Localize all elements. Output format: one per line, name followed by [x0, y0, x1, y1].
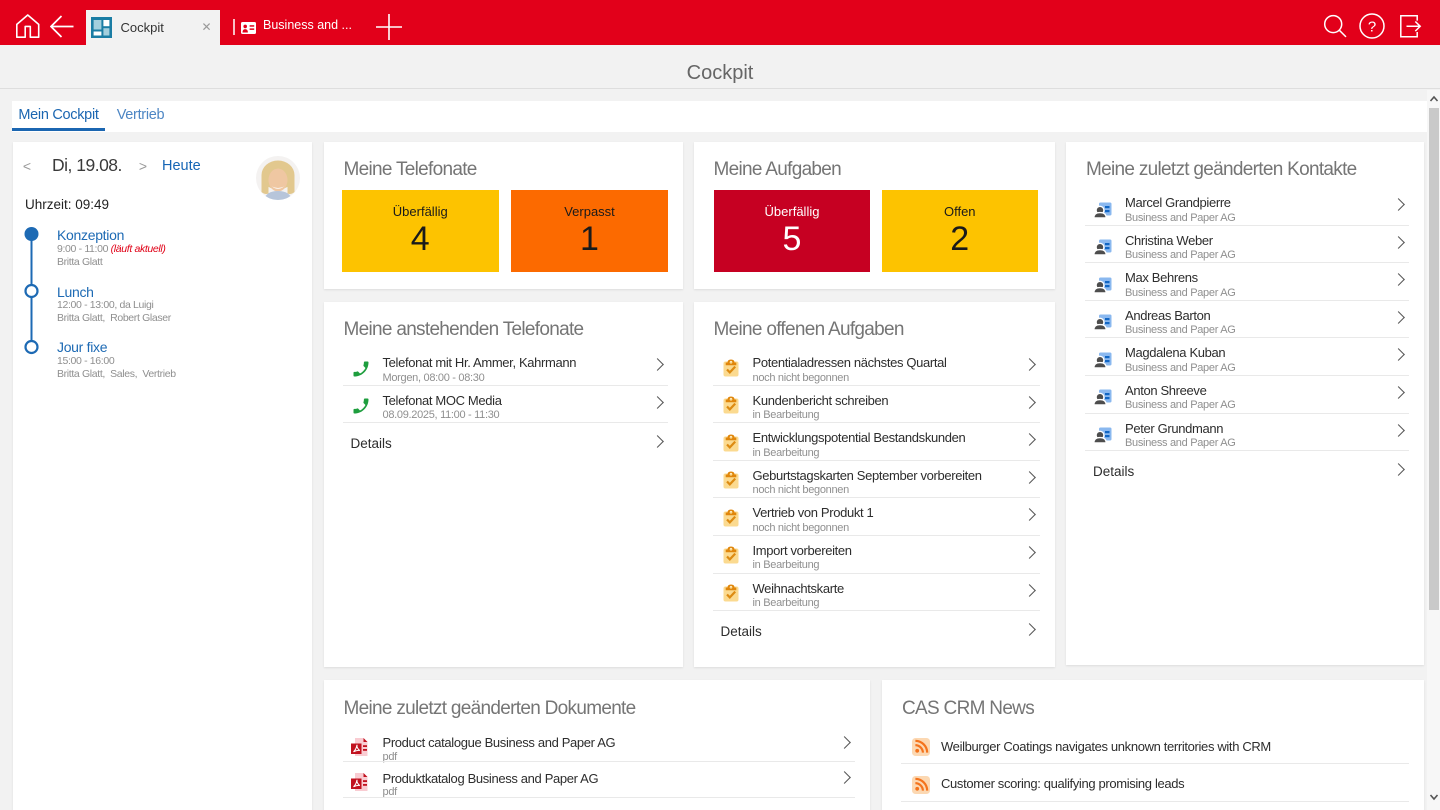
svg-text:?: ?: [1368, 19, 1376, 36]
